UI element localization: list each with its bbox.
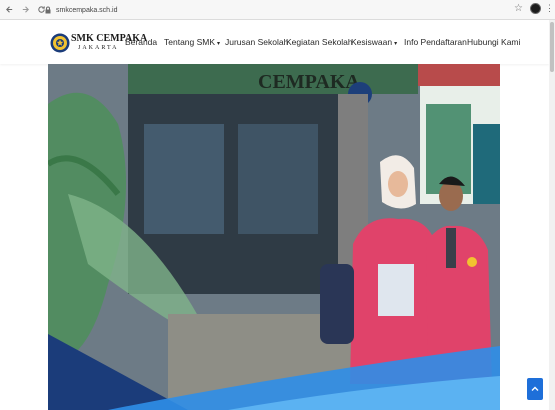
chevron-up-icon bbox=[531, 386, 539, 391]
forward-button[interactable] bbox=[18, 3, 32, 17]
browser-toolbar: smkcempaka.sch.id ☆ ⋮ bbox=[0, 0, 555, 20]
hero-banner: CEMPAKA bbox=[48, 64, 500, 410]
site-header: SMK CEMPAKA JAKARTA Beranda Tentang SMK ▾… bbox=[0, 20, 549, 64]
chevron-down-icon: ▾ bbox=[217, 41, 221, 47]
bookmark-star-icon[interactable]: ☆ bbox=[514, 3, 523, 14]
address-bar[interactable]: smkcempaka.sch.id bbox=[44, 3, 514, 17]
arrow-right-icon bbox=[22, 6, 29, 13]
nav-kesiswaan[interactable]: Kesiswaan ▾ bbox=[351, 37, 397, 47]
hero-photo: CEMPAKA bbox=[48, 64, 500, 410]
arrow-left-icon bbox=[5, 6, 12, 13]
page-scrollbar-track[interactable] bbox=[549, 20, 555, 410]
back-button[interactable] bbox=[2, 3, 16, 17]
nav-kegiatan-sekolah[interactable]: Kegiatan Sekolah bbox=[286, 37, 353, 47]
nav-hubungi-kami[interactable]: Hubungi Kami bbox=[467, 37, 520, 47]
url-text: smkcempaka.sch.id bbox=[56, 6, 118, 14]
nav-tentang-smk[interactable]: Tentang SMK ▾ bbox=[164, 37, 220, 47]
page-scrollbar-thumb[interactable] bbox=[550, 22, 554, 72]
school-sign-text: CEMPAKA bbox=[258, 71, 360, 93]
brand-subtitle: JAKARTA bbox=[78, 45, 119, 51]
school-logo-icon[interactable] bbox=[50, 33, 70, 53]
browser-menu-icon[interactable]: ⋮ bbox=[545, 3, 554, 14]
nav-info-pendaftaran[interactable]: Info Pendaftaran bbox=[404, 37, 467, 47]
chevron-down-icon: ▾ bbox=[394, 41, 398, 47]
lock-icon bbox=[45, 6, 51, 14]
nav-beranda[interactable]: Beranda bbox=[125, 37, 157, 47]
profile-avatar[interactable] bbox=[530, 3, 541, 14]
nav-jurusan-sekolah[interactable]: Jurusan Sekolah bbox=[225, 37, 288, 47]
back-to-top-button[interactable] bbox=[527, 378, 543, 400]
